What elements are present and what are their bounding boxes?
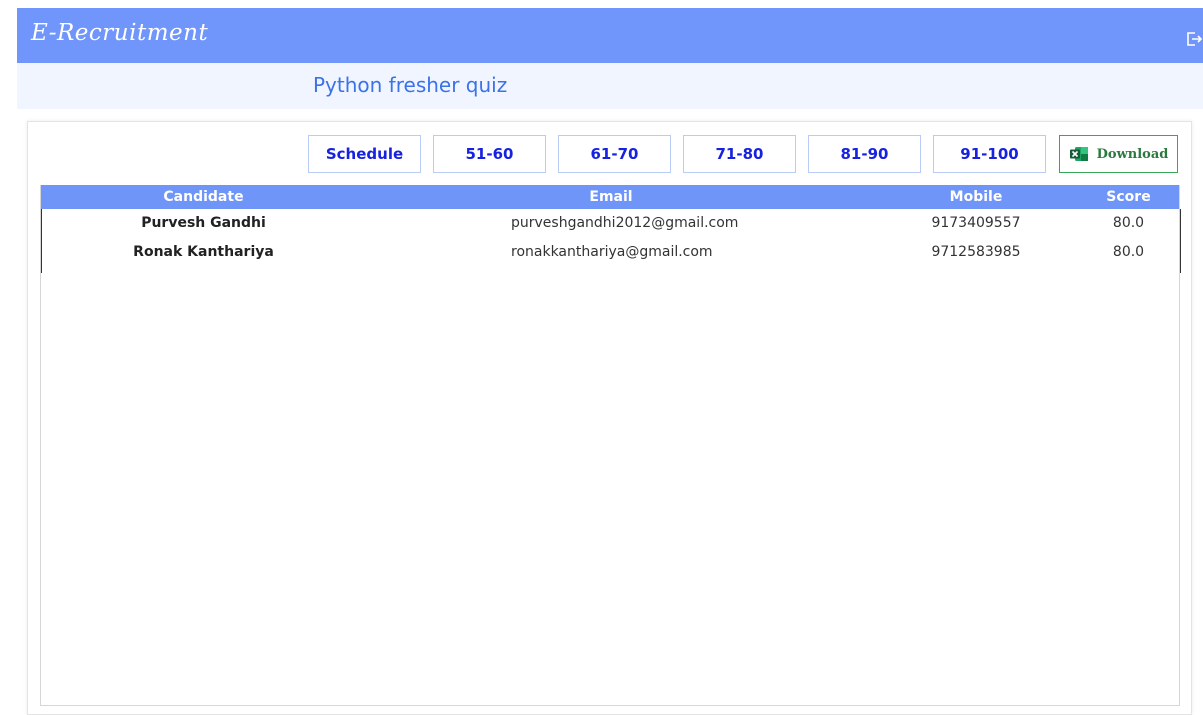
table-header-row: Candidate Email Mobile Score <box>41 185 1179 209</box>
header-mobile[interactable]: Mobile <box>901 185 1051 209</box>
candidates-table: Candidate Email Mobile Score Purvesh Gan… <box>40 185 1181 706</box>
header-email[interactable]: Email <box>511 185 711 209</box>
header-score[interactable]: Score <box>1076 185 1181 209</box>
candidate-name: Purvesh Gandhi <box>141 215 266 231</box>
filter-51-60-button[interactable]: 51-60 <box>433 135 546 173</box>
candidate-score: 80.0 <box>1112 244 1145 260</box>
candidate-name: Ronak Kanthariya <box>133 244 274 260</box>
download-label: Download <box>1096 146 1169 162</box>
quiz-title-bar: Python fresher quiz <box>17 63 1203 109</box>
filter-91-100-button[interactable]: 91-100 <box>933 135 1046 173</box>
candidate-email: purveshgandhi2012@gmail.com <box>511 215 739 231</box>
download-button[interactable]: Download <box>1059 135 1178 173</box>
schedule-button[interactable]: Schedule <box>308 135 421 173</box>
table-row[interactable]: Purvesh Gandhi purveshgandhi2012@gmail.c… <box>41 209 1179 238</box>
app-title: E-Recruitment <box>31 20 209 46</box>
candidate-mobile: 9173409557 <box>931 215 1021 231</box>
top-header-bar: E-Recruitment <box>17 8 1203 63</box>
candidate-email: ronakkanthariya@gmail.com <box>511 244 713 260</box>
filter-61-70-button[interactable]: 61-70 <box>558 135 671 173</box>
results-panel: Schedule 51-60 61-70 71-80 81-90 91-100 … <box>27 121 1192 715</box>
table-row[interactable]: Ronak Kanthariya ronakkanthariya@gmail.c… <box>41 238 1179 267</box>
filter-71-80-button[interactable]: 71-80 <box>683 135 796 173</box>
quiz-title: Python fresher quiz <box>313 73 508 97</box>
candidate-mobile: 9712583985 <box>931 244 1021 260</box>
excel-icon <box>1069 147 1088 161</box>
logout-icon[interactable] <box>1185 30 1203 48</box>
filter-81-90-button[interactable]: 81-90 <box>808 135 921 173</box>
page: E-Recruitment Python fresher quiz Schedu… <box>0 0 1203 715</box>
candidate-score: 80.0 <box>1112 215 1145 231</box>
header-candidate[interactable]: Candidate <box>41 185 366 209</box>
